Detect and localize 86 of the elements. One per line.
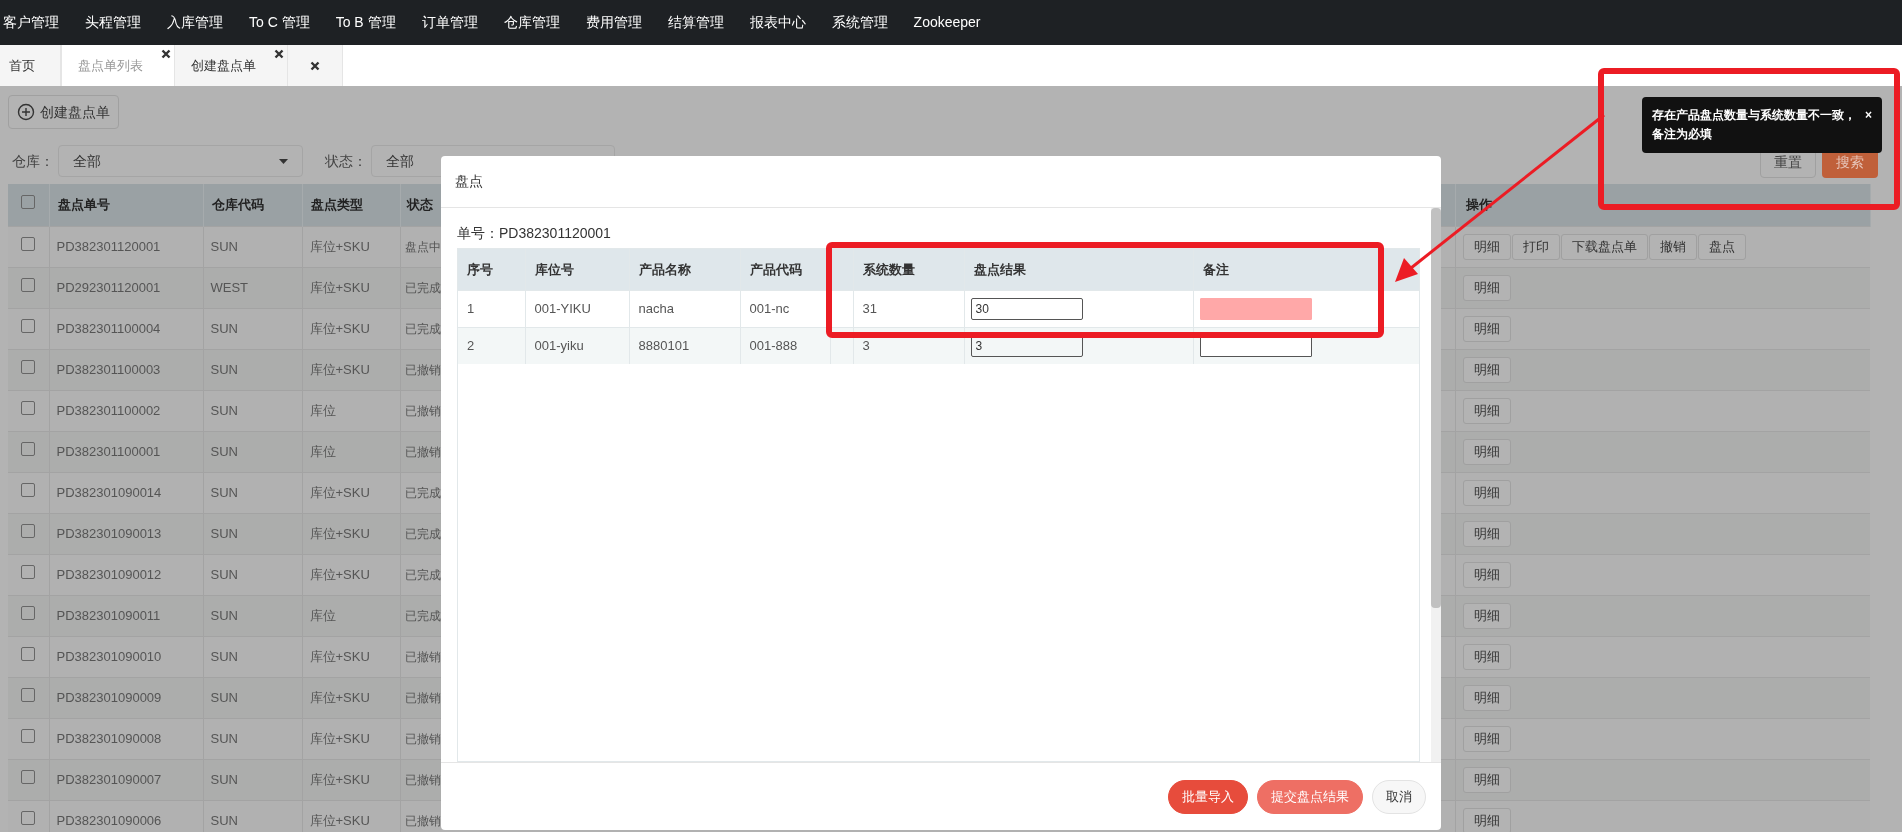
column-header: 仓库代码 — [211, 197, 264, 212]
table-cell: 已撤销 — [404, 731, 441, 746]
table-cell: SUN — [210, 402, 238, 418]
table-cell: 已撤销 — [404, 362, 441, 377]
table-cell: 8880101 — [638, 338, 690, 353]
column-header: 序号 — [467, 261, 493, 277]
column-header: 备注 — [1202, 261, 1229, 277]
table-cell: 库位+SKU — [309, 689, 370, 705]
dialog-title: 盘点 — [455, 172, 483, 191]
column-header: 库位号 — [534, 261, 574, 277]
table-cell: 001-nc — [749, 300, 790, 316]
table-cell: 001-yiku — [534, 338, 584, 353]
table-cell: SUN — [210, 320, 238, 336]
table-cell: 001-YIKU — [534, 300, 591, 316]
table-cell: PD382301090011 — [56, 607, 161, 623]
column-header: 产品代码 — [749, 261, 802, 277]
table-cell: 库位 — [309, 443, 336, 459]
table-cell: PD382301090012 — [56, 566, 162, 582]
table-cell: SUN — [210, 689, 238, 705]
table-cell: 库位+SKU — [309, 279, 370, 295]
table-cell: 库位+SKU — [309, 813, 370, 828]
table-cell: 001-888 — [749, 338, 798, 353]
table-cell: 库位 — [309, 607, 336, 623]
table-cell: SUN — [210, 484, 238, 500]
order-number: 单号：PD382301120001 — [457, 224, 612, 243]
table-cell: 库位+SKU — [309, 648, 370, 664]
table-cell: SUN — [210, 648, 238, 664]
table-cell: 库位 — [309, 402, 336, 418]
table-cell: nacha — [638, 300, 674, 316]
table-cell: SUN — [210, 525, 238, 541]
table-cell: 库位+SKU — [309, 484, 370, 500]
table-cell: PD382301100002 — [56, 402, 161, 418]
table-cell: 已完成 — [404, 608, 441, 623]
table-cell: 已撤销 — [404, 403, 441, 418]
table-cell: 已撤销 — [404, 649, 441, 664]
table-cell: SUN — [210, 238, 238, 254]
table-cell: 已完成 — [404, 567, 441, 582]
column-header: 产品名称 — [638, 261, 691, 277]
table-cell: PD382301100004 — [56, 320, 161, 336]
column-header: 盘点单号 — [57, 197, 110, 212]
table-cell: PD382301100001 — [56, 443, 161, 459]
table-cell: 已完成 — [404, 280, 441, 295]
table-cell: 3 — [862, 338, 870, 353]
filter-label: 状态： — [325, 151, 367, 171]
table-cell: PD382301090006 — [56, 813, 162, 828]
table-cell: SUN — [210, 813, 238, 828]
table-cell: PD382301120001 — [56, 238, 161, 254]
table-cell: 库位+SKU — [309, 238, 370, 254]
table-cell: SUN — [210, 361, 238, 377]
table-cell: 已撤销 — [404, 813, 441, 828]
table-cell: 库位+SKU — [309, 361, 370, 377]
table-cell: PD382301090014 — [56, 484, 162, 500]
table-cell: WEST — [210, 279, 249, 295]
table-cell: SUN — [210, 730, 238, 746]
column-header: 系统数量 — [862, 261, 915, 277]
table-cell: PD382301090010 — [56, 648, 162, 664]
table-cell: 盘点中 — [404, 239, 441, 254]
column-header: 盘点类型 — [310, 197, 363, 212]
table-cell: PD382301090008 — [56, 730, 162, 746]
column-header: 盘点结果 — [973, 261, 1026, 277]
table-cell: PD382301090009 — [56, 689, 162, 705]
table-cell: 库位+SKU — [309, 320, 370, 336]
table-cell: 库位+SKU — [309, 730, 370, 746]
table-cell: 库位+SKU — [309, 525, 370, 541]
table-cell: 已撤销 — [404, 690, 441, 705]
table-cell: 1 — [467, 300, 475, 316]
table-cell: 库位+SKU — [309, 566, 370, 582]
column-header: 状态 — [406, 197, 433, 212]
table-cell: 库位+SKU — [309, 771, 370, 787]
table-cell: PD382301090013 — [56, 525, 162, 541]
table-cell: PD382301100003 — [56, 361, 161, 377]
table-cell: 2 — [467, 338, 475, 353]
table-cell: PD382301090007 — [56, 771, 162, 787]
table-cell: SUN — [210, 607, 238, 623]
table-cell: 已撤销 — [404, 772, 441, 787]
table-cell: 已完成 — [404, 526, 441, 541]
table-cell: SUN — [210, 566, 238, 582]
table-cell: SUN — [210, 771, 238, 787]
table-cell: 已撤销 — [404, 444, 441, 459]
toast-text: 存在产品盘点数量与系统数量不一致，备注为必填 — [1652, 107, 1857, 143]
table-cell: 已完成 — [404, 321, 441, 336]
table-cell: 已完成 — [404, 485, 441, 500]
table-cell: SUN — [210, 443, 238, 459]
table-cell: PD292301120001 — [56, 279, 161, 295]
table-cell: 31 — [862, 300, 877, 316]
filter-label: 仓库： — [12, 151, 54, 171]
